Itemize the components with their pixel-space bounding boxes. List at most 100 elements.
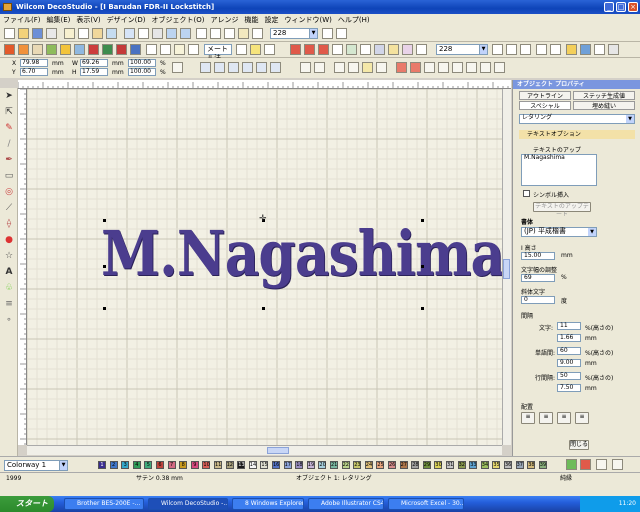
text-options-section[interactable]: テキストオプション — [519, 130, 635, 139]
scale-y-field[interactable]: 100.00 — [128, 68, 156, 76]
color-swatch[interactable]: 11 — [214, 461, 222, 469]
align-left-icon[interactable] — [200, 62, 211, 73]
horizontal-scrollbar[interactable] — [27, 445, 502, 455]
color-swatch[interactable]: 5 — [144, 461, 153, 469]
zoom-in-2-icon[interactable] — [492, 44, 503, 55]
artwork-view-icon[interactable] — [332, 44, 343, 55]
color-settings-icon[interactable] — [596, 459, 607, 470]
guide-icon[interactable] — [174, 44, 185, 55]
color-palette-icon[interactable] — [580, 44, 591, 55]
lettering-text-area[interactable]: M.Nagashima — [521, 154, 597, 186]
copy-icon[interactable] — [78, 28, 89, 39]
text-update-button[interactable]: テキストのアップデート — [533, 202, 591, 218]
color-swatch[interactable]: 30 — [434, 461, 443, 469]
color-swatch[interactable]: 7 — [167, 461, 176, 469]
close-panel-button[interactable]: 閉じる — [569, 440, 589, 450]
vertical-scroll-thumb[interactable] — [503, 259, 510, 279]
zoom-out-2-icon[interactable] — [506, 44, 517, 55]
tatami-tool-icon[interactable] — [60, 44, 71, 55]
zoom-combo-1[interactable]: 228 ▼ — [270, 28, 318, 39]
ungroup-icon[interactable] — [314, 62, 325, 73]
char-spacing-field[interactable]: 11 — [557, 322, 581, 330]
align-center-icon[interactable] — [214, 62, 225, 73]
char-spacing-mm-field[interactable]: 1.66 — [557, 334, 581, 342]
distribute-icon[interactable] — [270, 62, 281, 73]
settings-gear-icon[interactable] — [374, 44, 385, 55]
lock-icon[interactable] — [348, 62, 359, 73]
stitch-view-icon[interactable] — [290, 44, 301, 55]
color-swatch[interactable]: 37 — [515, 461, 524, 469]
stitch-view-3-icon[interactable] — [318, 44, 329, 55]
zoom-fit-2-icon[interactable] — [520, 44, 531, 55]
color-swatch[interactable]: 17 — [283, 461, 292, 469]
color-swatch[interactable]: 4 — [132, 461, 141, 469]
selection-handle-br[interactable] — [421, 307, 424, 310]
symbol-insert-icon[interactable] — [523, 190, 530, 197]
task-wilcom[interactable]: Wilcom DecoStudio -... — [148, 498, 228, 510]
combine-icon[interactable] — [410, 62, 421, 73]
color-swatch[interactable]: 20 — [318, 461, 327, 469]
circle-tool-icon[interactable]: ● — [3, 234, 15, 246]
menu-object[interactable]: オブジェクト(O) — [149, 16, 208, 24]
snap-icon[interactable] — [236, 44, 247, 55]
trim-tool-icon[interactable] — [424, 62, 435, 73]
layer-icon[interactable] — [402, 44, 413, 55]
color-blend-icon[interactable] — [102, 44, 113, 55]
background-icon[interactable] — [388, 44, 399, 55]
ruler-icon[interactable] — [188, 44, 199, 55]
color-swatch[interactable]: 23 — [353, 461, 362, 469]
color-swatch[interactable]: 27 — [399, 461, 408, 469]
color-swatch[interactable]: 25 — [376, 461, 385, 469]
height-field[interactable]: 17.59 — [80, 68, 108, 76]
cut-icon[interactable] — [64, 28, 75, 39]
intersect-icon[interactable] — [452, 62, 463, 73]
line-spacing-field[interactable]: 50 — [557, 372, 581, 380]
reshape-icon[interactable] — [466, 62, 477, 73]
zoom-combo-2[interactable]: 228 ▼ — [436, 44, 488, 55]
menu-arrange[interactable]: アレンジ — [208, 16, 242, 24]
selection-handle-tr[interactable] — [421, 219, 424, 222]
outline-tool-icon[interactable] — [32, 44, 43, 55]
star-tool-icon[interactable]: ☆ — [3, 250, 15, 262]
menu-design[interactable]: デザイン(D) — [104, 16, 149, 24]
color-swatch[interactable]: 38 — [527, 461, 536, 469]
zoom-fit-icon[interactable] — [252, 28, 263, 39]
view-options-icon[interactable] — [322, 28, 333, 39]
embroidery-lettering[interactable]: M.Nagashima — [101, 217, 502, 290]
tab-fill-stitch[interactable]: 埋め縫い — [573, 101, 635, 110]
color-swatch[interactable]: 33 — [469, 461, 478, 469]
align-bottom-icon[interactable] — [256, 62, 267, 73]
color-swatch[interactable]: 6 — [156, 461, 164, 469]
center-crosshair-icon[interactable]: ✛ — [259, 215, 268, 224]
maximize-button[interactable]: □ — [616, 2, 626, 12]
bean-tool-icon[interactable]: ⟠ — [3, 218, 15, 230]
menu-view[interactable]: 表示(V) — [73, 16, 103, 24]
symbol-insert-label[interactable]: シンボル挿入 — [533, 190, 569, 199]
close-button[interactable]: × — [628, 2, 638, 12]
color-swatch[interactable]: 8 — [179, 461, 188, 469]
paste-special-icon[interactable] — [106, 28, 117, 39]
minimize-button[interactable]: _ — [604, 2, 614, 12]
tab-special[interactable]: スペシャル — [519, 101, 571, 110]
lightbulb-icon[interactable] — [250, 44, 261, 55]
menu-edit[interactable]: 編集(E) — [44, 16, 74, 24]
unit-combo[interactable]: メートル法 — [204, 44, 232, 62]
print-icon[interactable] — [46, 28, 57, 39]
monogram-tool-icon[interactable]: ♧ — [3, 282, 15, 294]
offset-icon[interactable] — [494, 62, 505, 73]
line-spacing-mm-field[interactable]: 7.50 — [557, 384, 581, 392]
stitch-view-2-icon[interactable] — [304, 44, 315, 55]
task-excel[interactable]: Microsoft Excel - 30... — [388, 498, 464, 510]
pen-tool-icon[interactable]: ✒ — [3, 154, 15, 166]
grid-show-icon[interactable] — [146, 44, 157, 55]
selection-handle-bl[interactable] — [103, 307, 106, 310]
align-right-text-icon[interactable]: ≡ — [557, 412, 571, 424]
color-swatch[interactable]: 39 — [538, 461, 547, 469]
horizontal-scroll-thumb[interactable] — [267, 447, 289, 454]
color-swatch[interactable]: 32 — [457, 461, 466, 469]
select-tool-icon[interactable]: ➤ — [3, 90, 15, 102]
y-field[interactable]: 6.70 — [20, 68, 48, 76]
start-button[interactable]: スタート — [0, 496, 54, 512]
help-icon[interactable] — [608, 44, 619, 55]
zoom-out-icon[interactable] — [210, 28, 221, 39]
